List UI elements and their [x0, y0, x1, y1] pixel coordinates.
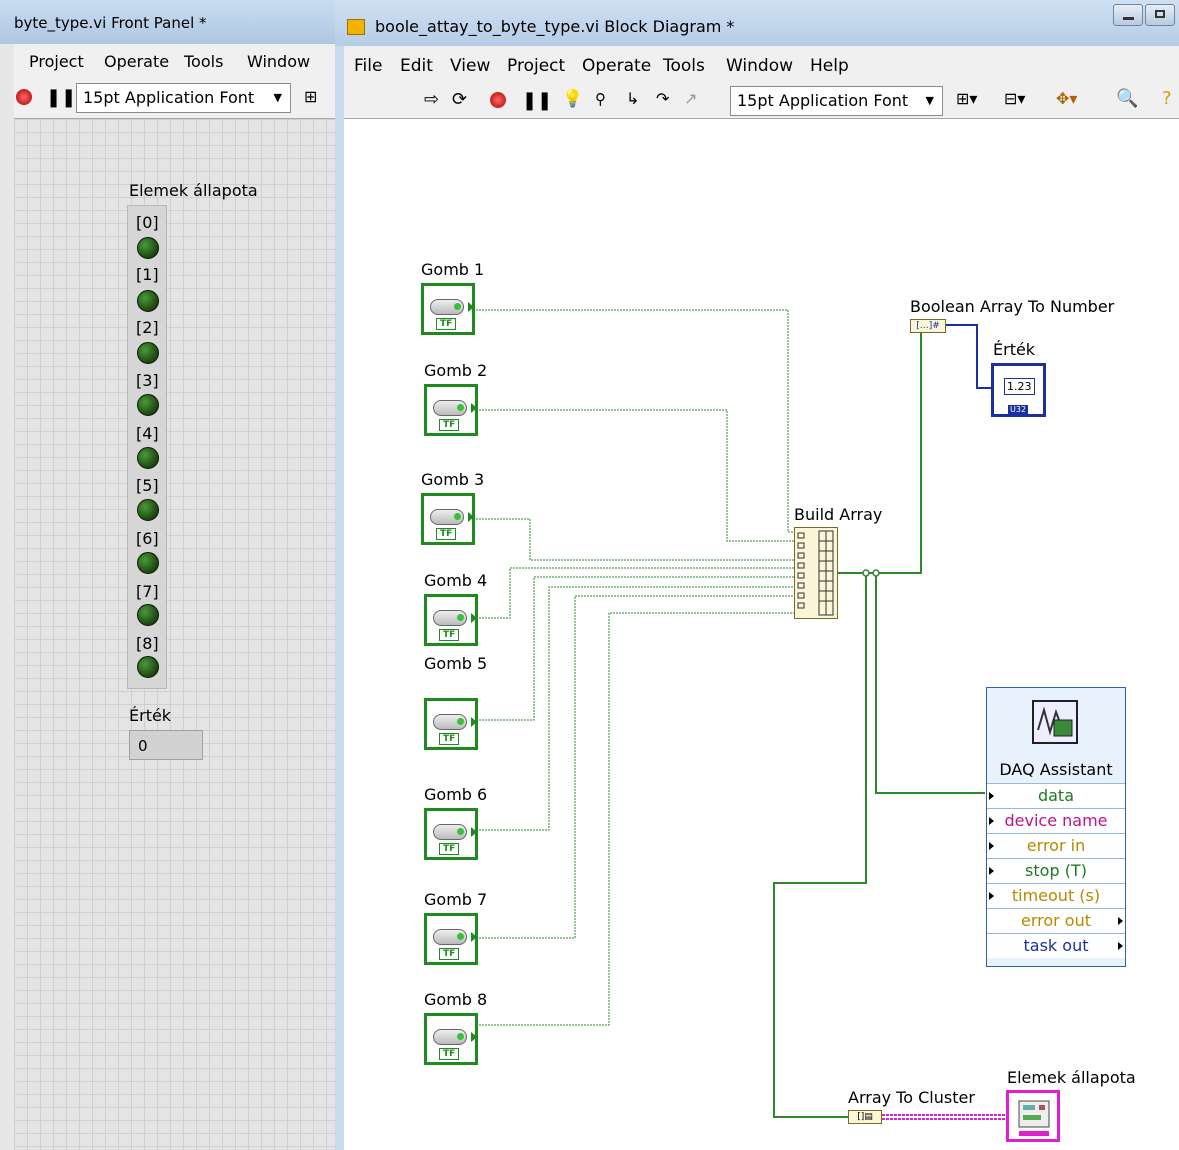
- bool-to-number-node[interactable]: […]#: [910, 319, 946, 333]
- output-arrow-icon: [471, 717, 477, 727]
- gomb6-label: Gomb 6: [424, 785, 488, 804]
- output-arrow-icon: [468, 512, 474, 522]
- junction-dot: [862, 569, 870, 577]
- boolean-button-icon: [430, 509, 464, 525]
- cluster-wire: [882, 1114, 1008, 1120]
- daq-assistant-node[interactable]: DAQ Assistant data device name error in …: [986, 687, 1126, 967]
- gomb1-label: Gomb 1: [421, 260, 485, 279]
- gomb4-label: Gomb 4: [424, 571, 488, 590]
- boolean-button-icon: [433, 929, 467, 945]
- boolean-button-icon: [433, 714, 467, 730]
- boolean-button-icon: [433, 400, 467, 416]
- output-arrow-icon: [471, 1032, 477, 1042]
- boolean-button-icon: [433, 1029, 467, 1045]
- daq-assistant-title: DAQ Assistant: [999, 760, 1113, 779]
- daq-output-task-out[interactable]: task out: [987, 933, 1125, 958]
- gomb1-terminal[interactable]: TF: [421, 283, 475, 335]
- cluster-terminal[interactable]: [1006, 1090, 1060, 1142]
- daq-input-timeout[interactable]: timeout (s): [987, 883, 1125, 908]
- output-arrow-icon: [471, 403, 477, 413]
- gomb2-label: Gomb 2: [424, 361, 488, 380]
- tf-icon: TF: [439, 948, 460, 960]
- wire-gomb2: [476, 409, 800, 542]
- gomb3-label: Gomb 3: [421, 470, 485, 489]
- output-arrow-icon: [471, 827, 477, 837]
- wire-gomb6: [476, 586, 800, 831]
- gomb4-terminal[interactable]: TF: [424, 594, 478, 646]
- wire-to-daq: [875, 573, 985, 794]
- cluster-terminal-label: Elemek állapota: [1007, 1068, 1136, 1087]
- boolean-button-icon: [433, 824, 467, 840]
- array-to-cluster-node[interactable]: []▤: [848, 1110, 882, 1124]
- gomb2-terminal[interactable]: TF: [424, 384, 478, 436]
- numeric-wire: [945, 324, 993, 389]
- gomb8-terminal[interactable]: TF: [424, 1013, 478, 1065]
- gomb7-terminal[interactable]: TF: [424, 913, 478, 965]
- output-arrow-icon: [471, 932, 477, 942]
- wire-gomb3: [476, 518, 800, 561]
- boolean-button-icon: [430, 299, 464, 315]
- wire-to-array-to-cluster: [773, 573, 867, 1118]
- output-arrow-icon: [468, 302, 474, 312]
- wire-gomb5: [476, 576, 800, 721]
- gomb7-label: Gomb 7: [424, 890, 488, 909]
- ertek-terminal-type: U32: [1008, 405, 1029, 414]
- ertek-terminal[interactable]: 1.23 U32: [991, 363, 1046, 417]
- bool-to-number-icon: […]#: [916, 321, 940, 331]
- build-array-node[interactable]: [794, 527, 838, 619]
- gomb5-terminal[interactable]: TF: [424, 698, 478, 750]
- daq-input-error-in[interactable]: error in: [987, 833, 1125, 858]
- array-to-cluster-label: Array To Cluster: [848, 1088, 975, 1107]
- build-array-label: Build Array: [794, 505, 883, 524]
- boolean-wires: [476, 309, 800, 1026]
- tf-icon: TF: [439, 419, 460, 431]
- wires-layer: [476, 309, 1008, 1120]
- boolean-button-icon: [433, 610, 467, 626]
- output-arrow-icon: [471, 613, 477, 623]
- wire-gomb7: [476, 595, 800, 939]
- daq-waveform-icon: [1037, 706, 1073, 737]
- array-to-cluster-icon: []▤: [857, 1112, 873, 1122]
- daq-input-device-name[interactable]: device name: [987, 808, 1125, 833]
- daq-input-data[interactable]: data: [987, 783, 1125, 808]
- ertek-terminal-numeric: 1.23: [1004, 378, 1035, 395]
- ertek-terminal-label: Érték: [993, 340, 1036, 359]
- tf-icon: TF: [439, 843, 460, 855]
- tf-icon: TF: [436, 528, 457, 540]
- daq-assistant-icon: [1032, 700, 1078, 744]
- gomb5-label: Gomb 5: [424, 654, 488, 673]
- build-array-icon: [797, 530, 834, 616]
- wire-to-bool-to-num: [838, 328, 922, 574]
- daq-input-stop[interactable]: stop (T): [987, 858, 1125, 883]
- gomb8-label: Gomb 8: [424, 990, 488, 1009]
- junction-dot: [872, 569, 880, 577]
- gomb6-terminal[interactable]: TF: [424, 808, 478, 860]
- cluster-indicator-icon: [1018, 1100, 1050, 1136]
- array-wires: [773, 328, 985, 1118]
- wire-gomb1: [476, 309, 800, 533]
- tf-icon: TF: [439, 629, 460, 641]
- tf-icon: TF: [439, 1048, 460, 1060]
- daq-output-error-out[interactable]: error out: [987, 908, 1125, 933]
- tf-icon: TF: [439, 733, 460, 745]
- bool-to-number-label: Boolean Array To Number: [910, 297, 1115, 316]
- wire-gomb4: [476, 567, 800, 619]
- gomb3-terminal[interactable]: TF: [421, 493, 475, 545]
- tf-icon: TF: [436, 318, 457, 330]
- wire-gomb8: [476, 612, 800, 1026]
